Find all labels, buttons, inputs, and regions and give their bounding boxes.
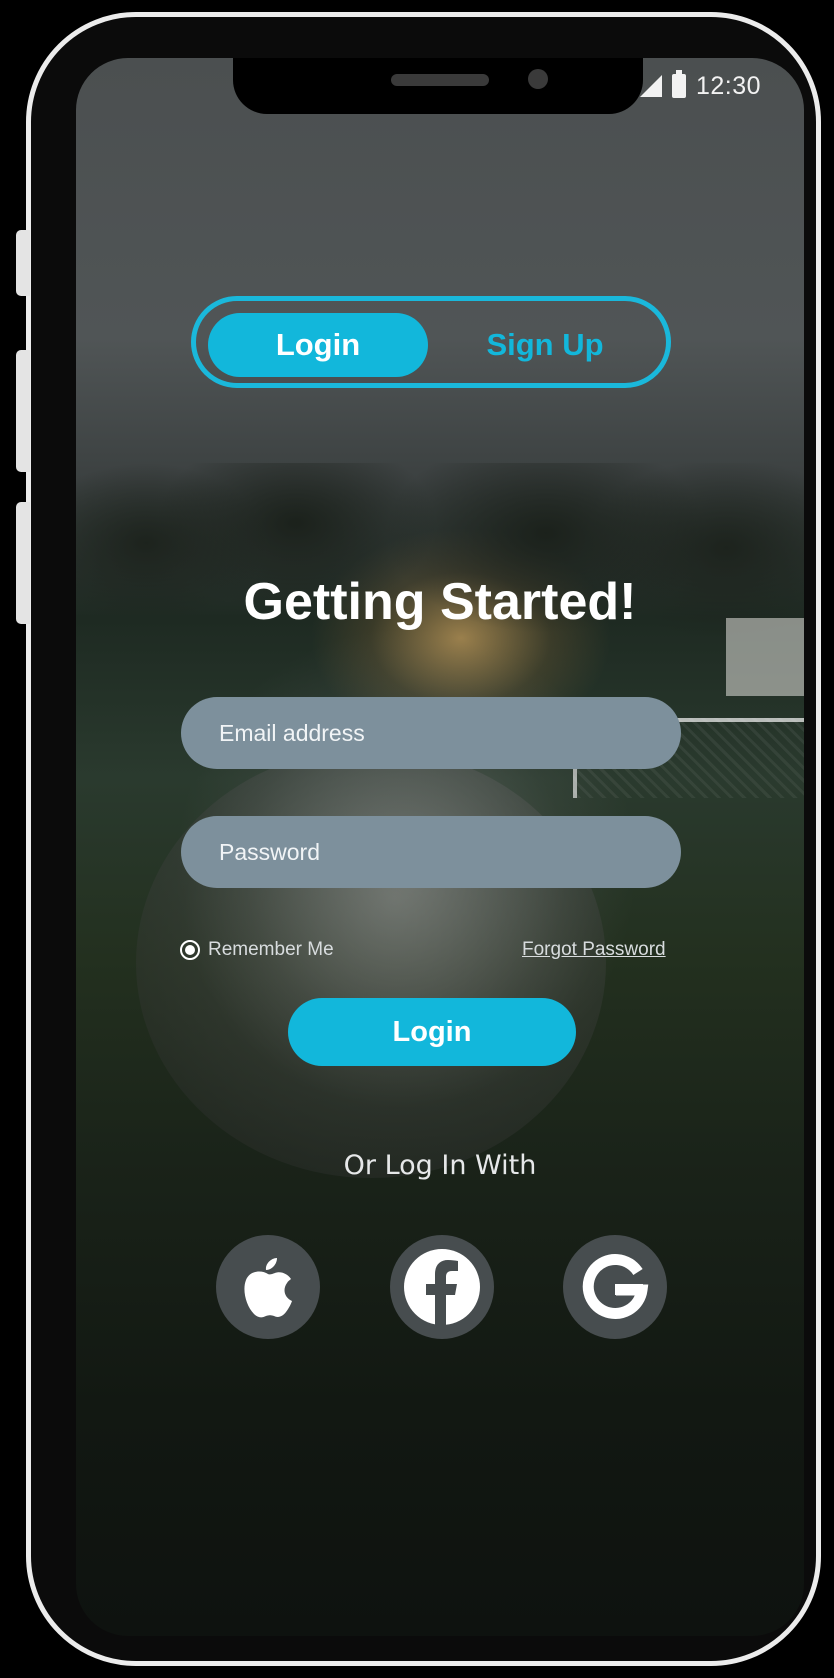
facebook-login-button[interactable] — [390, 1235, 494, 1339]
forgot-password-link[interactable]: Forgot Password — [522, 939, 666, 961]
password-input[interactable] — [181, 816, 681, 888]
radio-selected-dot — [185, 945, 195, 955]
battery-icon — [672, 70, 686, 98]
auth-toggle: Login Sign Up — [191, 296, 671, 388]
google-icon — [582, 1254, 649, 1319]
remember-me-radio[interactable] — [180, 940, 200, 960]
signal-icon — [640, 75, 662, 97]
side-button-volume-down — [16, 502, 30, 624]
speaker-grille — [391, 74, 489, 86]
status-time: 12:30 — [696, 71, 762, 100]
front-camera — [528, 69, 548, 89]
page-title: Getting Started! — [243, 573, 637, 631]
background-soccer-ball — [136, 748, 606, 1178]
notch — [233, 58, 643, 114]
tab-signup[interactable]: Sign Up — [428, 313, 662, 377]
side-button-volume-up — [16, 350, 30, 472]
remember-me[interactable]: Remember Me — [180, 939, 334, 961]
google-login-button[interactable] — [563, 1235, 667, 1339]
tab-login[interactable]: Login — [208, 313, 428, 377]
social-login-prompt: Or Log In With — [343, 1150, 537, 1181]
remember-me-label: Remember Me — [208, 939, 334, 960]
side-button-action — [16, 230, 30, 296]
facebook-icon — [404, 1249, 480, 1325]
apple-icon — [244, 1258, 292, 1318]
email-input[interactable] — [181, 697, 681, 769]
login-button[interactable]: Login — [288, 998, 576, 1066]
status-bar: 12:30 — [640, 62, 800, 110]
apple-login-button[interactable] — [216, 1235, 320, 1339]
